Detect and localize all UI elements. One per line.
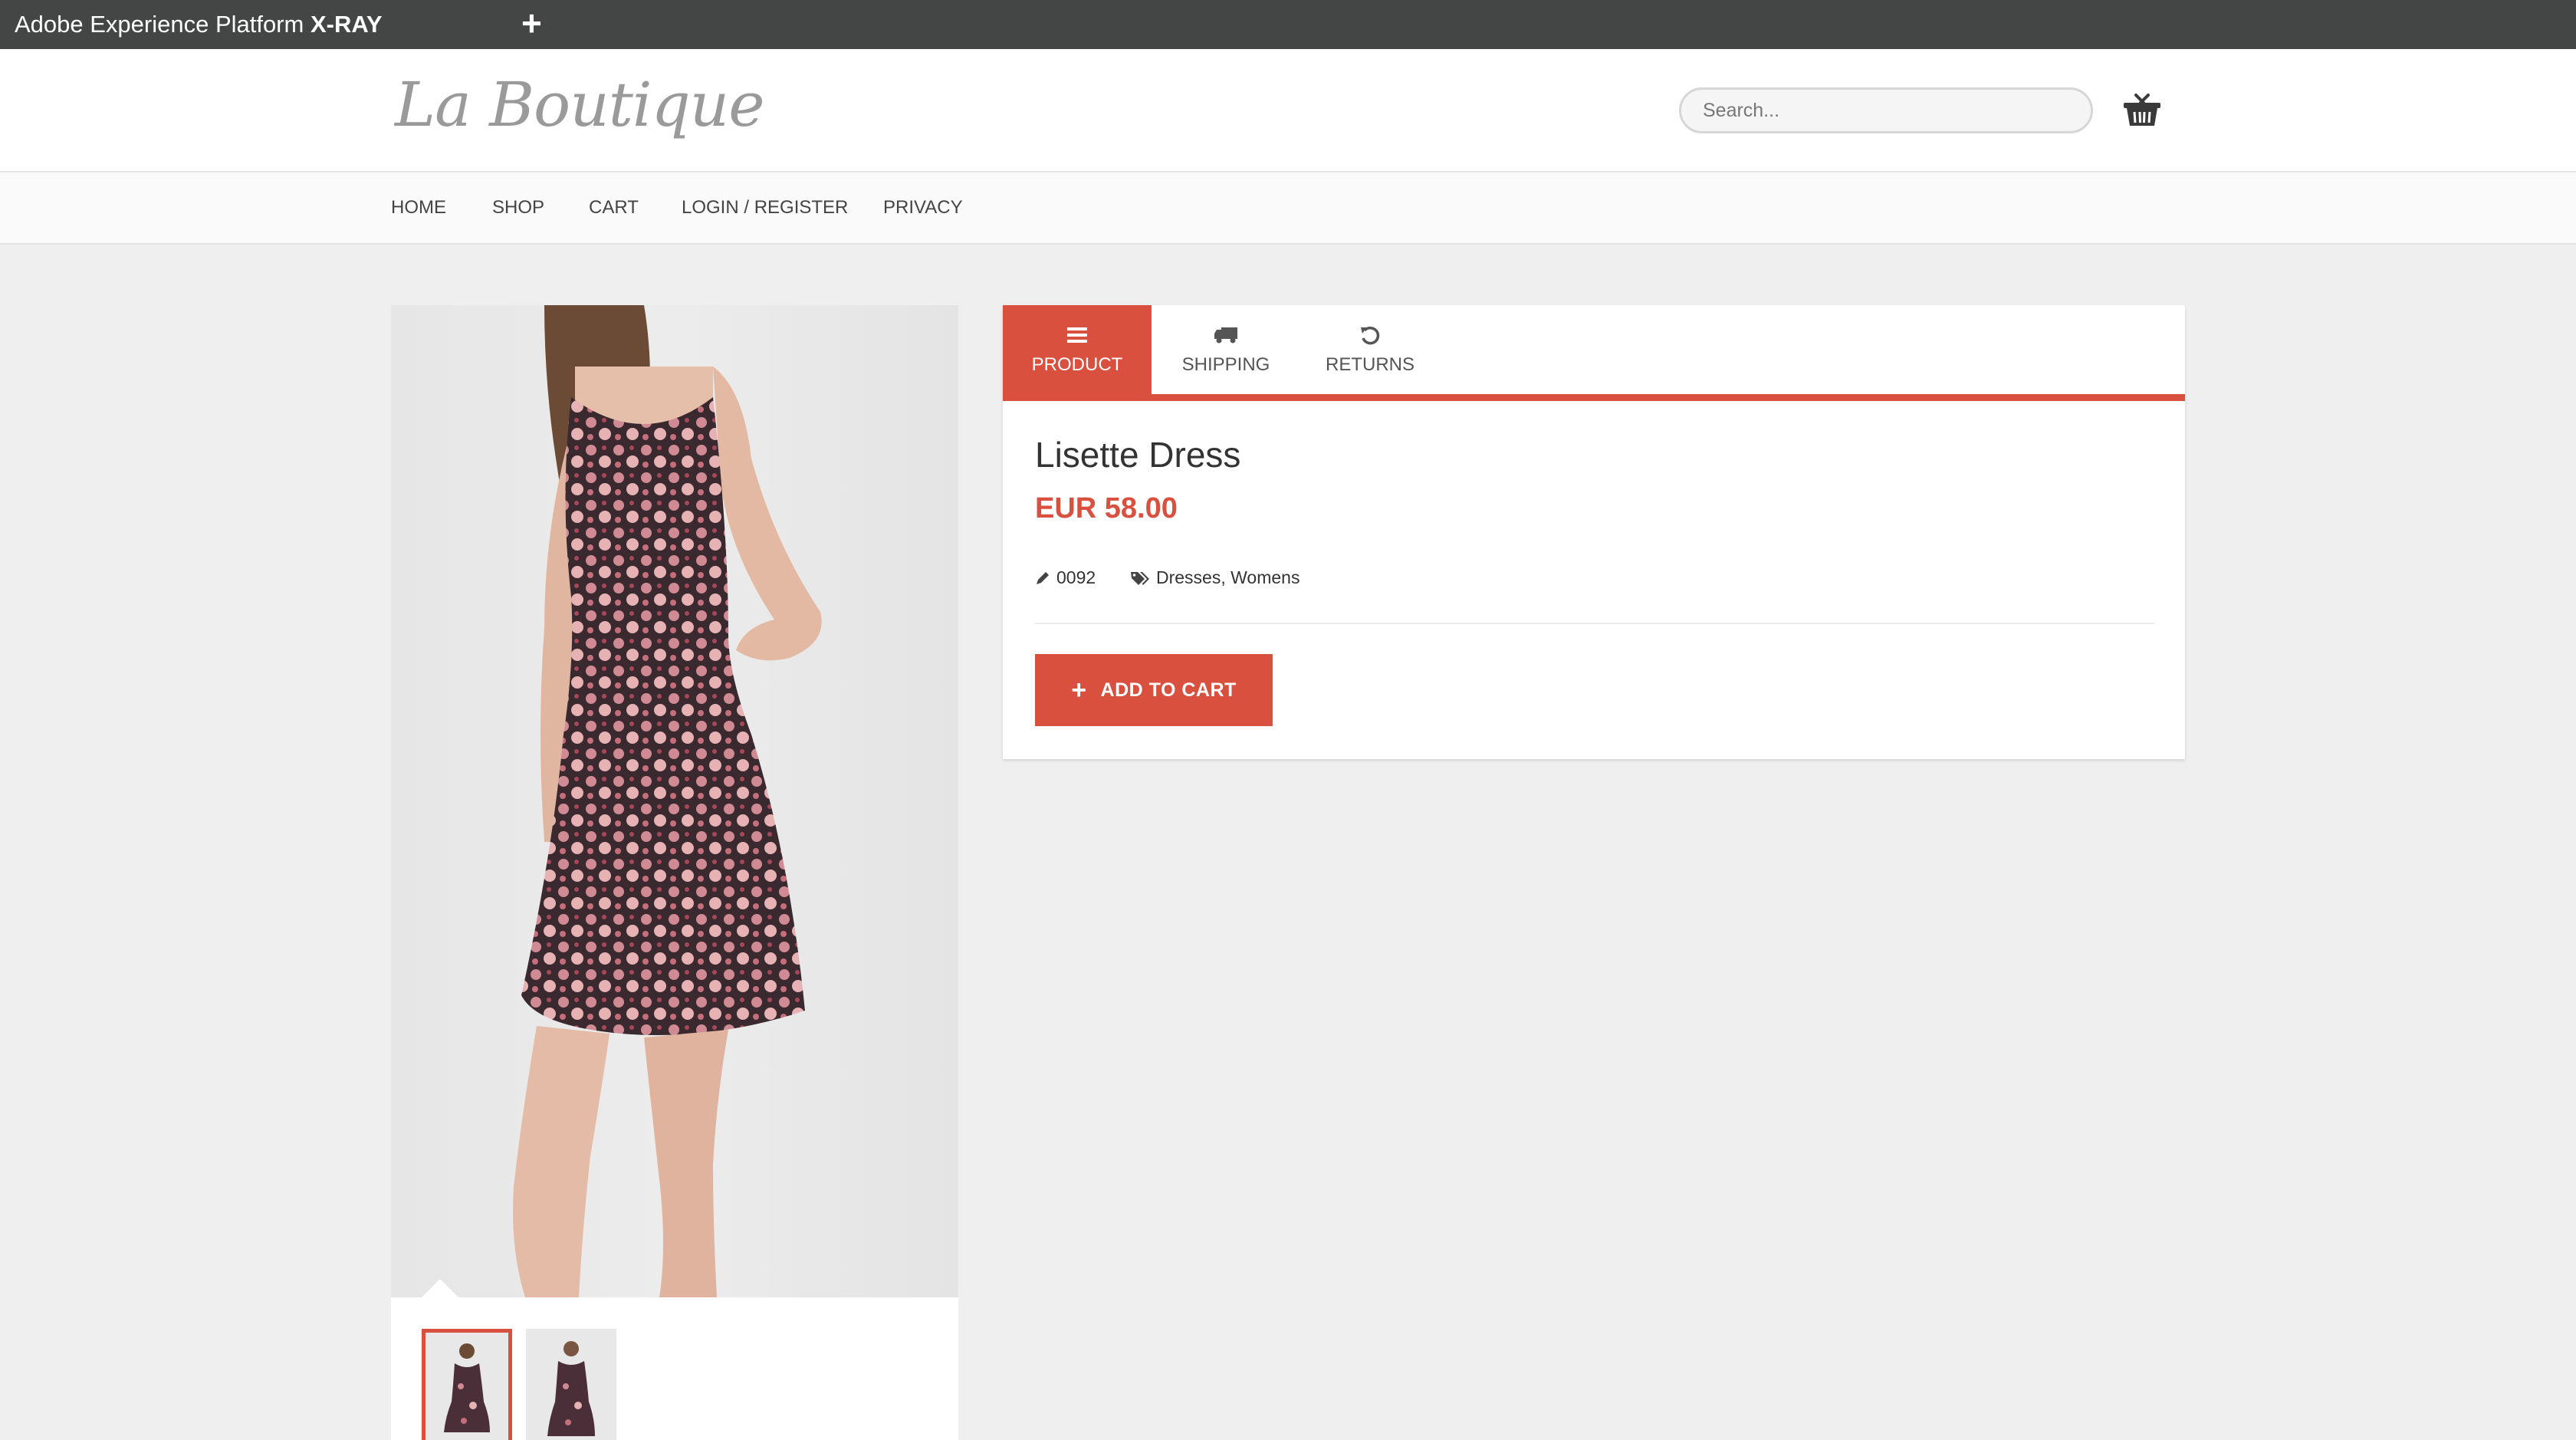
tab-shipping-label: SHIPPING — [1181, 354, 1270, 375]
categories-value[interactable]: Dresses, Womens — [1156, 567, 1300, 588]
sku-value: 0092 — [1056, 567, 1096, 587]
nav-item-login-register[interactable]: LOGIN / REGISTER — [682, 197, 848, 219]
thumbnail-1[interactable] — [422, 1329, 512, 1440]
site-header: La Boutique — [0, 49, 2576, 173]
basket-icon[interactable] — [2122, 90, 2162, 130]
tab-product-label: PRODUCT — [1031, 354, 1123, 375]
plus-icon: + — [1071, 676, 1087, 705]
xray-title-prefix: Adobe Experience Platform — [15, 11, 304, 38]
undo-icon — [1296, 324, 1444, 347]
xray-title-bold: X-RAY — [310, 11, 383, 38]
model-illustration — [513, 305, 822, 1297]
tab-returns[interactable]: RETURNS — [1296, 305, 1444, 395]
site-logo[interactable]: La Boutique — [395, 69, 765, 140]
product-gallery — [391, 305, 958, 1440]
add-to-cart-label: ADD TO CART — [1100, 679, 1237, 701]
nav-item-privacy[interactable]: PRIVACY — [883, 197, 963, 219]
nav-item-cart[interactable]: CART — [589, 197, 639, 219]
main-nav: HOME SHOP CART LOGIN / REGISTER PRIVACY — [0, 173, 2576, 245]
pencil-icon — [1037, 571, 1049, 584]
tags-icon — [1131, 571, 1149, 585]
product-main-image[interactable] — [391, 305, 958, 1297]
tab-returns-label: RETURNS — [1325, 354, 1414, 375]
tab-product[interactable]: PRODUCT — [1003, 305, 1152, 395]
product-details-panel: PRODUCT SHIPPING RETURNS Lisette Dress E… — [1003, 305, 2185, 759]
divider — [1035, 623, 2154, 624]
active-thumb-pointer — [422, 1279, 458, 1297]
product-price: EUR 58.00 — [1035, 492, 1178, 524]
thumbnail-2[interactable] — [526, 1329, 616, 1440]
tab-underline — [1003, 394, 2185, 401]
xray-toolbar: Adobe Experience Platform X-RAY + — [0, 0, 2576, 49]
search-input[interactable] — [1679, 87, 2093, 133]
nav-item-home[interactable]: HOME — [391, 197, 446, 219]
product-categories: Dresses, Womens — [1130, 567, 1300, 588]
xray-title: Adobe Experience Platform X-RAY — [15, 11, 383, 38]
menu-icon — [1003, 324, 1152, 347]
product-title: Lisette Dress — [1035, 435, 1241, 475]
nav-item-shop[interactable]: SHOP — [492, 197, 544, 219]
xray-add-button[interactable]: + — [521, 3, 542, 43]
product-sku: 0092 — [1035, 567, 1096, 588]
add-to-cart-button[interactable]: + ADD TO CART — [1035, 654, 1273, 726]
truck-icon — [1152, 324, 1300, 347]
tab-shipping[interactable]: SHIPPING — [1152, 305, 1300, 395]
